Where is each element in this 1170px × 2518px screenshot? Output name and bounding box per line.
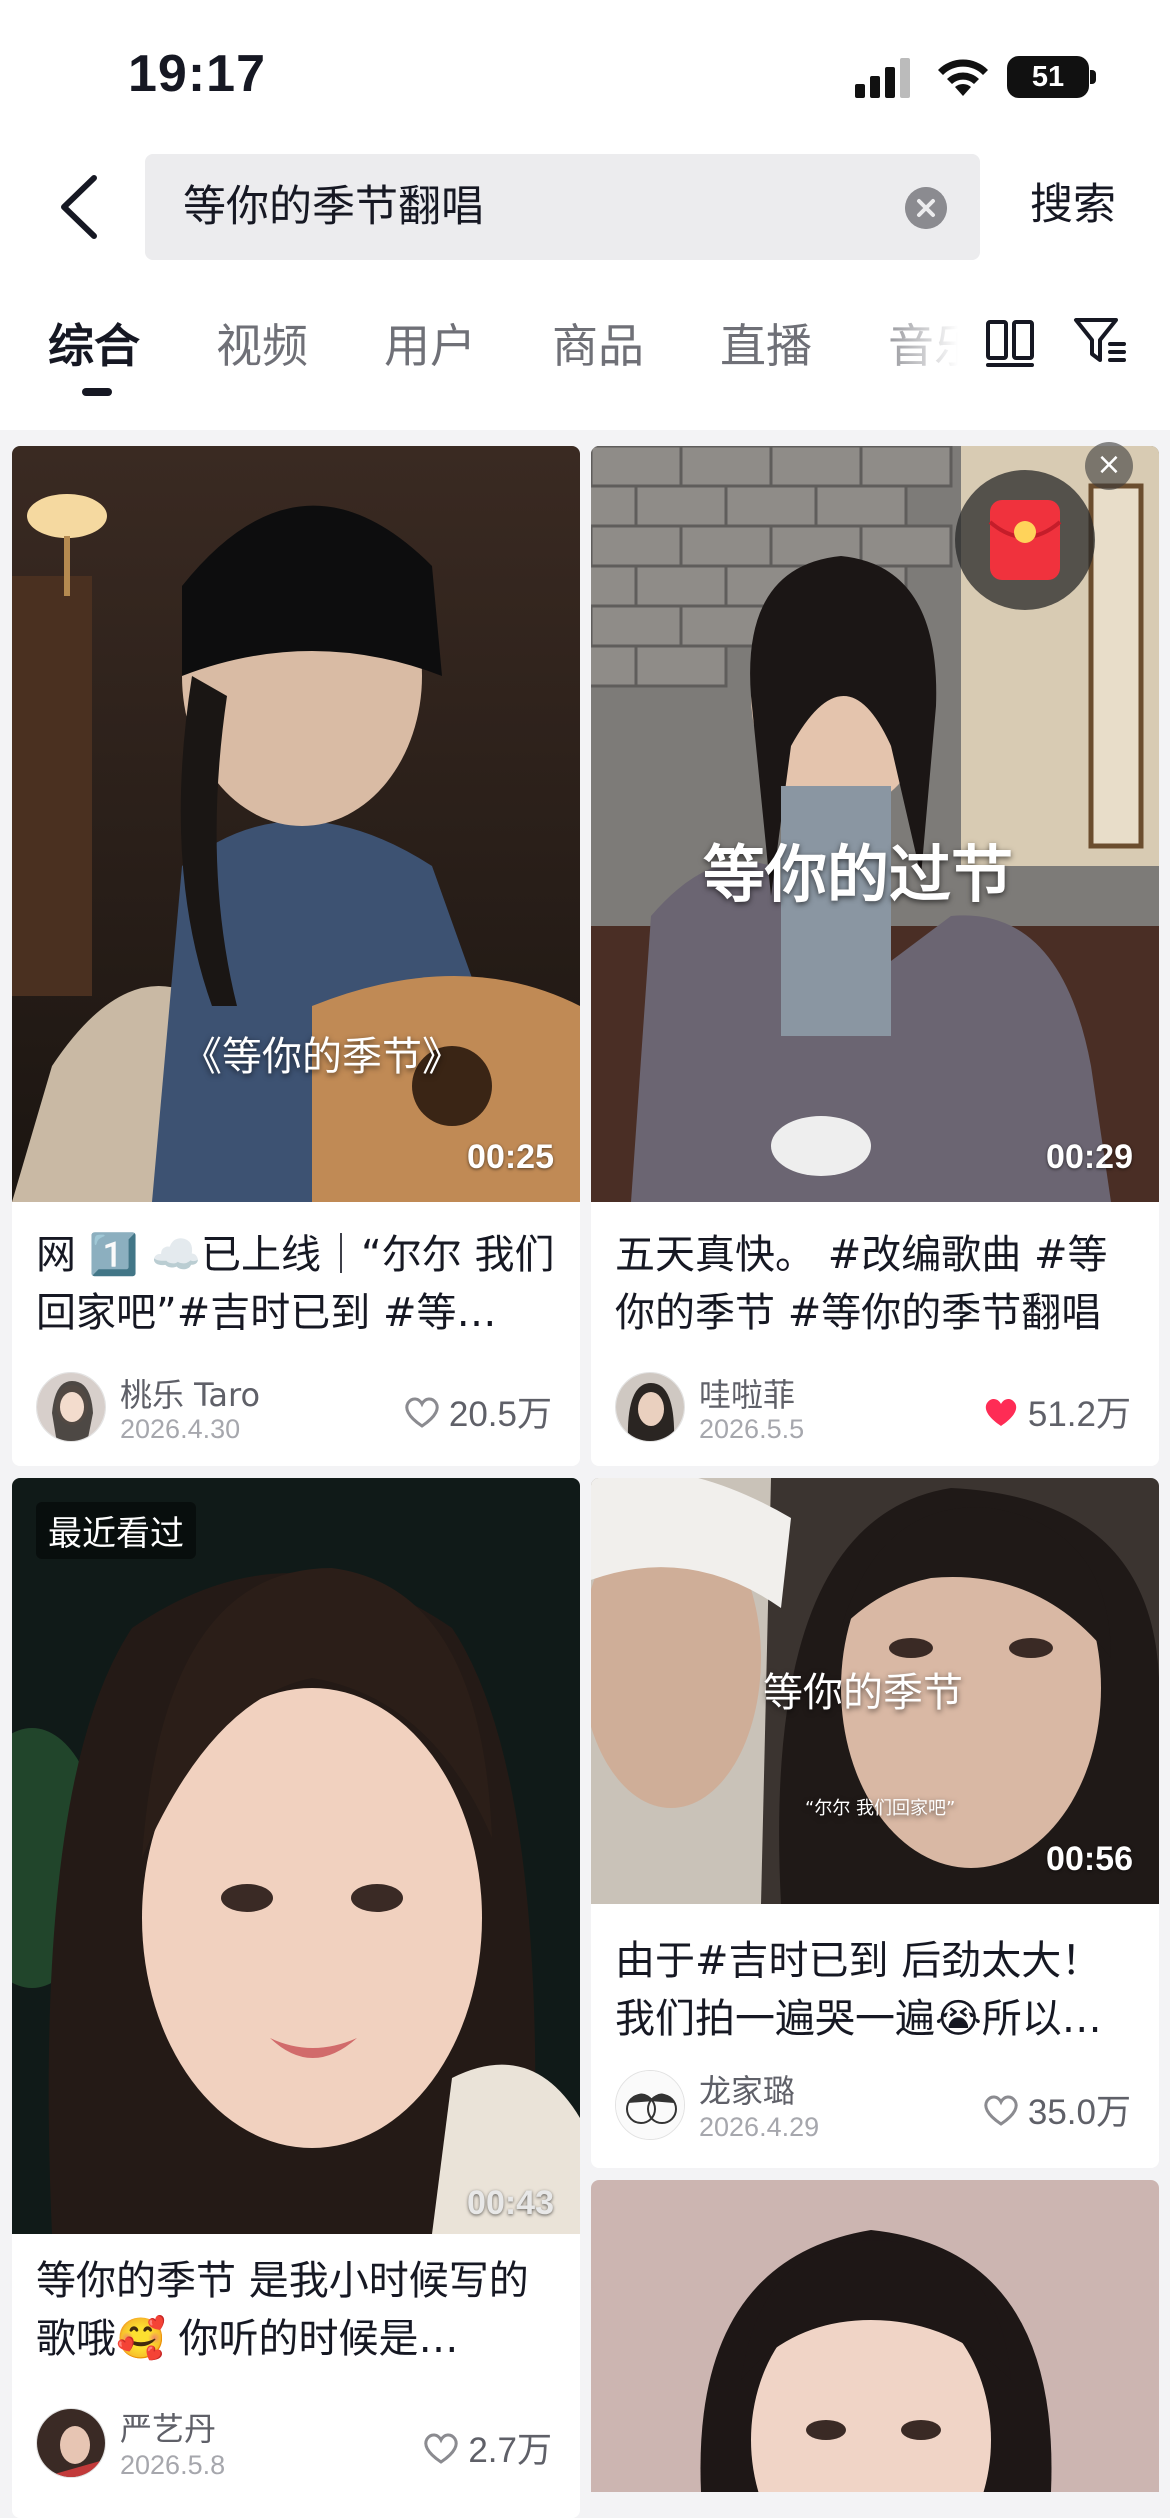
avatar[interactable] xyxy=(36,2408,106,2478)
search-button[interactable]: 搜索 xyxy=(1030,150,1116,260)
like-count-text: 35.0万 xyxy=(1027,2093,1131,2132)
video-thumbnail[interactable]: 《等你的季节》 00:25 xyxy=(12,446,580,1202)
back-arrow-icon[interactable] xyxy=(50,174,110,240)
battery-tip xyxy=(1090,70,1096,84)
avatar[interactable] xyxy=(36,1372,106,1442)
like-count[interactable]: 35.0万 xyxy=(982,2084,1131,2135)
heart-outline-icon xyxy=(405,1397,439,1428)
author-name[interactable]: 龙家璐 xyxy=(699,2066,795,2112)
post-date: 2026.4.30 xyxy=(120,1414,241,1444)
like-count-text: 2.7万 xyxy=(468,2431,552,2470)
tab-products[interactable]: 商品 xyxy=(552,310,644,376)
like-count[interactable]: 20.5万 xyxy=(403,1386,552,1437)
thumbnail-image xyxy=(12,1478,580,2234)
search-row: 等你的季节翻唱 搜索 xyxy=(0,150,1170,270)
post-date: 2026.5.8 xyxy=(120,2450,226,2480)
thumbnail-caption: 等你的季节 xyxy=(763,1670,963,1716)
heart-outline-icon xyxy=(424,2433,459,2464)
layout-toggle-icon[interactable] xyxy=(985,318,1035,368)
status-bar: 19:17 51 xyxy=(0,0,1170,150)
thumbnail-caption: 《等你的季节》 xyxy=(182,1034,462,1080)
video-card[interactable]: 《等你的季节》 00:25 网 1️⃣ ☁️已上线｜“尔尔 我们回家吧”#吉时已… xyxy=(12,446,580,1466)
clear-icon[interactable] xyxy=(905,187,947,229)
author-name[interactable]: 哇啦菲 xyxy=(699,1370,795,1416)
avatar[interactable] xyxy=(615,2070,685,2140)
red-envelope-icon xyxy=(988,500,1062,580)
video-card[interactable] xyxy=(591,2180,1159,2492)
video-thumbnail[interactable] xyxy=(591,2180,1159,2492)
like-count[interactable]: 51.2万 xyxy=(982,1386,1131,1437)
thumbnail-image xyxy=(12,446,580,1202)
video-duration: 00:29 xyxy=(1046,1138,1133,1176)
category-tabs: 综合 视频 用户 商品 直播 音乐 xyxy=(0,270,1170,430)
close-icon[interactable]: × xyxy=(1085,442,1133,490)
tab-general[interactable]: 综合 xyxy=(48,310,140,376)
red-packet-widget[interactable] xyxy=(955,470,1095,610)
author-name[interactable]: 桃乐 Taro xyxy=(120,1370,260,1416)
video-card[interactable]: 最近看过 00:43 等你的季节 是我小时候写的歌哦🥰 你听的时候是… 严艺丹 … xyxy=(12,1478,580,2518)
thumbnail-image xyxy=(591,2180,1159,2492)
status-time: 19:17 xyxy=(128,45,266,103)
thumbnail-caption: 等你的过节 xyxy=(703,838,1014,911)
filter-icon[interactable] xyxy=(1072,314,1128,368)
like-count-text: 20.5万 xyxy=(448,1395,552,1434)
tab-video[interactable]: 视频 xyxy=(216,310,308,376)
heart-filled-icon xyxy=(985,1398,1017,1426)
post-date: 2026.4.29 xyxy=(699,2112,820,2142)
video-duration: 00:56 xyxy=(1046,1840,1133,1878)
cellular-signal-icon xyxy=(855,58,910,98)
battery-indicator: 51 xyxy=(1007,56,1089,98)
tab-users[interactable]: 用户 xyxy=(384,310,476,376)
search-input[interactable]: 等你的季节翻唱 xyxy=(145,154,980,260)
active-tab-indicator xyxy=(82,388,112,396)
avatar[interactable] xyxy=(615,1372,685,1442)
author-name[interactable]: 严艺丹 xyxy=(120,2404,216,2450)
video-title: 由于#吉时已到 后劲太大！我们拍一遍哭一遍😭所以… xyxy=(615,1938,1102,2042)
video-title: 网 1️⃣ ☁️已上线｜“尔尔 我们回家吧”#吉时已到 #等… xyxy=(36,1232,555,1336)
wifi-icon xyxy=(938,59,988,96)
video-thumbnail[interactable]: 最近看过 00:43 xyxy=(12,1478,580,2234)
like-count[interactable]: 2.7万 xyxy=(422,2422,552,2473)
video-title: 等你的季节 是我小时候写的歌哦🥰 你听的时候是… xyxy=(36,2258,529,2362)
video-thumbnail[interactable]: 等你的季节 “尔尔 我们回家吧” 00:56 xyxy=(591,1478,1159,1904)
tab-live[interactable]: 直播 xyxy=(720,310,812,376)
thumbnail-subcaption: “尔尔 我们回家吧” xyxy=(805,1798,956,1819)
search-query-text: 等你的季节翻唱 xyxy=(183,182,484,232)
video-duration: 00:25 xyxy=(467,1138,554,1176)
heart-outline-icon xyxy=(984,2095,1018,2126)
video-duration: 00:43 xyxy=(467,2184,554,2222)
video-title: 五天真快。 #改编歌曲 #等你的季节 #等你的季节翻唱 xyxy=(615,1232,1108,1336)
video-card[interactable]: 等你的季节 “尔尔 我们回家吧” 00:56 由于#吉时已到 后劲太大！我们拍一… xyxy=(591,1478,1159,2168)
tab-fade xyxy=(860,290,1000,390)
like-count-text: 51.2万 xyxy=(1027,1395,1131,1434)
post-date: 2026.5.5 xyxy=(699,1414,805,1444)
recently-viewed-badge: 最近看过 xyxy=(36,1502,196,1559)
